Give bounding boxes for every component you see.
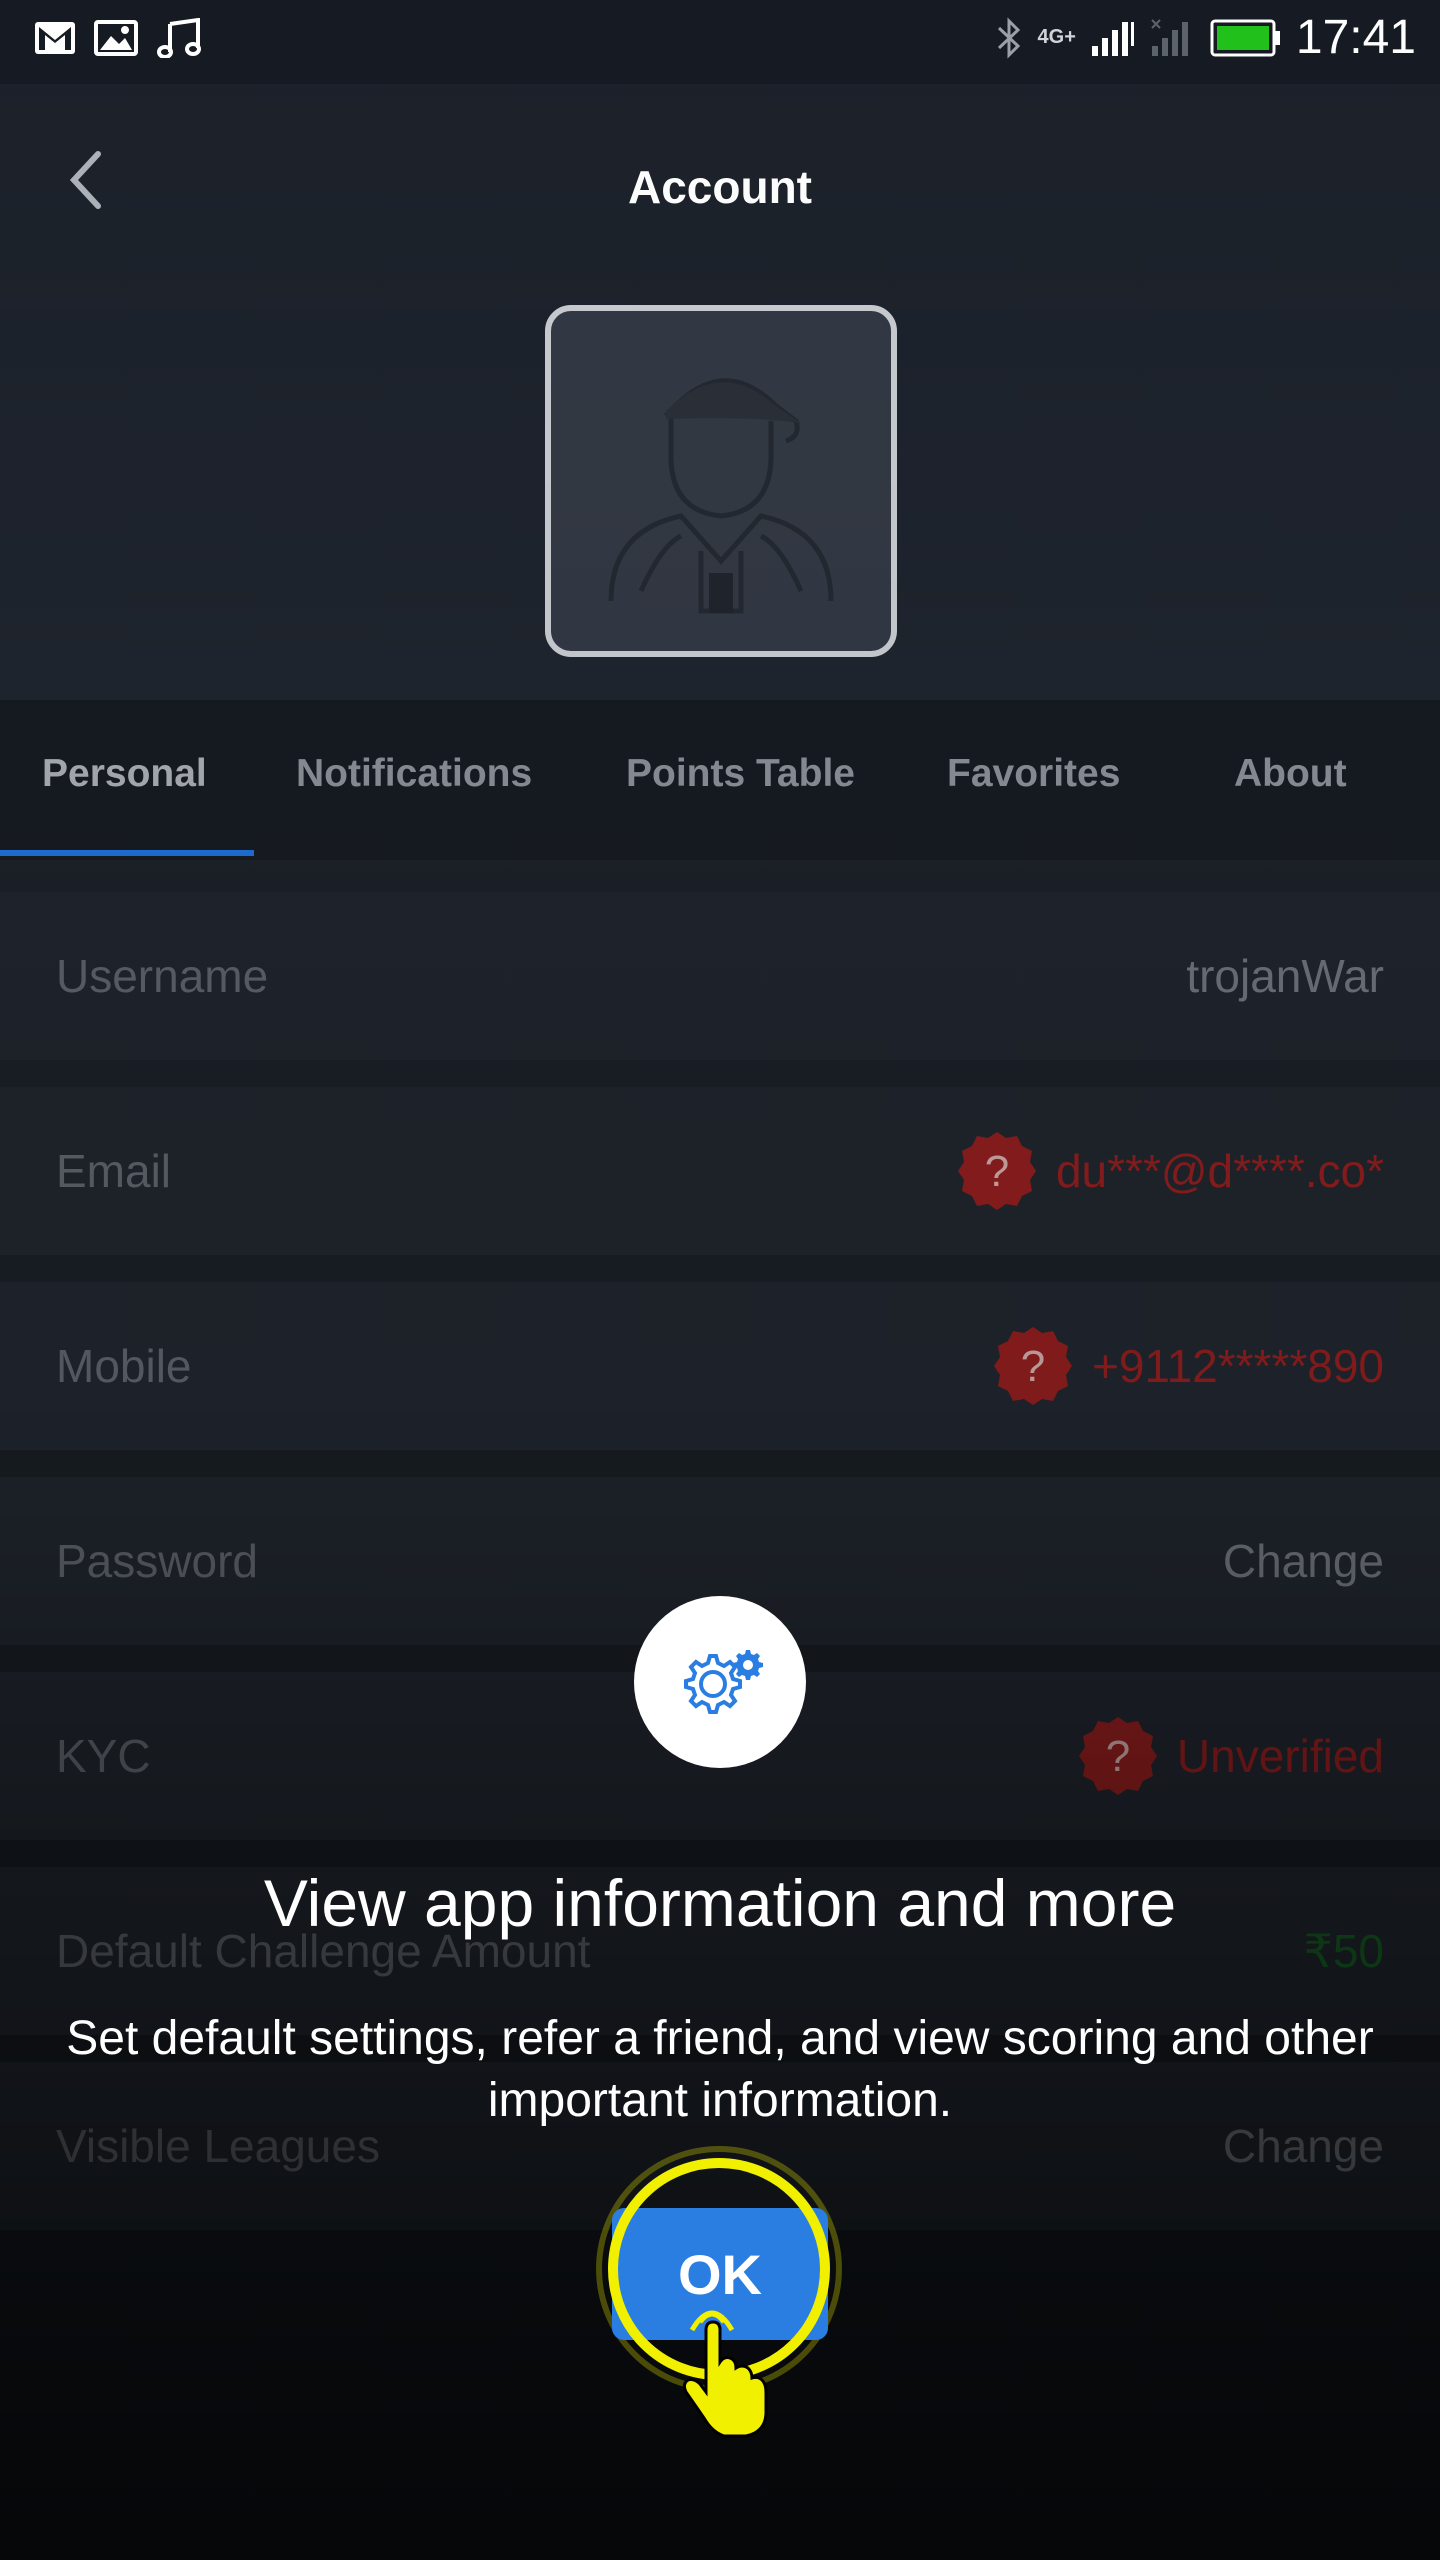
ok-button[interactable]: OK <box>612 2208 828 2340</box>
settings-gear-icon <box>684 1650 763 1714</box>
coachmark-title: View app information and more <box>263 1866 1177 1940</box>
coachmark: View app information and more Set defaul… <box>0 0 1440 2560</box>
coachmark-description: Set default settings, refer a friend, an… <box>66 2012 1374 2127</box>
account-screen: 4G+ 17:41 Account Personal Notifications… <box>0 0 1440 2560</box>
coachmark-icon-circle <box>634 1596 806 1768</box>
